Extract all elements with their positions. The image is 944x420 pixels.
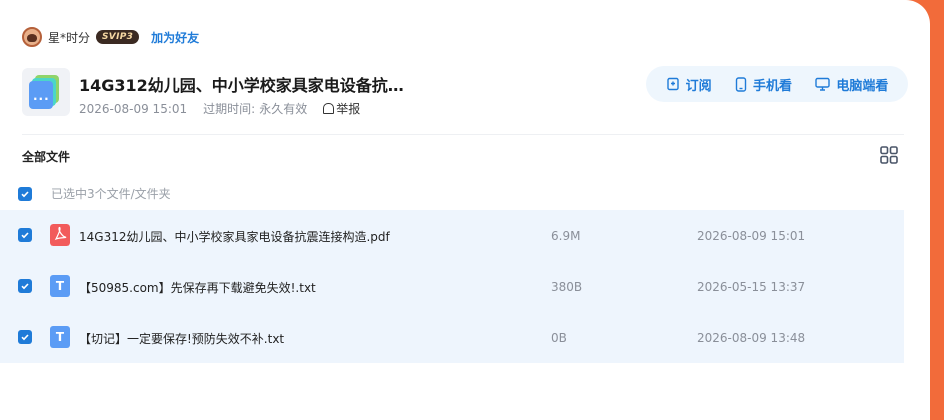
table-row[interactable]: T 【50985.com】先保存再下载避免失效!.txt 380B 2026-0… xyxy=(0,261,904,312)
header-divider xyxy=(22,134,904,135)
share-date: 2026-08-09 15:01 xyxy=(79,101,188,116)
phone-view-label: 手机看 xyxy=(752,78,792,94)
txt-file-icon: T xyxy=(50,275,70,297)
monitor-icon xyxy=(815,77,831,91)
sharer-row: 星*时分 SVIP3 加为好友 xyxy=(22,26,199,48)
selection-count: 已选中3个文件/文件夹 xyxy=(51,187,171,201)
subscribe-label: 订阅 xyxy=(685,78,712,94)
share-meta: 2026-08-09 15:01 过期时间: 永久有效 举报 xyxy=(79,100,360,117)
table-row[interactable]: T 【切记】一定要保存!预防失效不补.txt 0B 2026-08-09 13:… xyxy=(0,312,904,363)
check-icon xyxy=(21,334,29,341)
check-icon xyxy=(21,190,29,197)
check-icon xyxy=(21,283,29,290)
expire-label: 过期时间: xyxy=(203,102,256,116)
pc-view-label: 电脑端看 xyxy=(836,78,889,94)
grid-view-icon[interactable] xyxy=(880,146,898,164)
txt-file-icon: T xyxy=(50,326,70,348)
phone-icon xyxy=(735,76,747,92)
phone-view-button[interactable]: 手机看 xyxy=(735,75,792,94)
table-row[interactable]: 14G312幼儿园、中小学校家具家电设备抗震连接构造.pdf 6.9M 2026… xyxy=(0,210,904,261)
avatar[interactable] xyxy=(22,27,42,47)
file-name[interactable]: 14G312幼儿园、中小学校家具家电设备抗震连接构造.pdf xyxy=(79,228,390,245)
select-all-row: 已选中3个文件/文件夹 xyxy=(18,185,171,202)
report-button[interactable]: 举报 xyxy=(323,100,360,117)
row-checkbox[interactable] xyxy=(18,279,32,293)
subscribe-button[interactable]: 订阅 xyxy=(666,75,712,94)
pdf-file-icon xyxy=(50,224,70,246)
file-size: 380B xyxy=(551,280,583,294)
report-label: 举报 xyxy=(336,102,361,116)
multi-file-icon: ··· xyxy=(22,68,70,116)
expire-value: 永久有效 xyxy=(259,102,308,116)
file-size: 6.9M xyxy=(551,229,581,243)
svip-badge: SVIP3 xyxy=(96,30,140,44)
file-name[interactable]: 【50985.com】先保存再下载避免失效!.txt xyxy=(79,279,316,296)
bookmark-plus-icon xyxy=(666,77,679,91)
alarm-icon xyxy=(323,103,335,114)
file-size: 0B xyxy=(551,331,567,345)
share-title: 14G312幼儿园、中小学校家具家电设备抗… xyxy=(79,76,404,95)
add-friend-link[interactable]: 加为好友 xyxy=(151,29,199,46)
check-icon xyxy=(21,232,29,239)
file-list: 14G312幼儿园、中小学校家具家电设备抗震连接构造.pdf 6.9M 2026… xyxy=(0,210,904,363)
file-name[interactable]: 【切记】一定要保存!预防失效不补.txt xyxy=(79,330,284,347)
row-checkbox[interactable] xyxy=(18,228,32,242)
pc-view-button[interactable]: 电脑端看 xyxy=(815,75,888,94)
row-checkbox[interactable] xyxy=(18,330,32,344)
share-card: 星*时分 SVIP3 加为好友 ··· 14G312幼儿园、中小学校家具家电设备… xyxy=(0,0,930,420)
view-actions: 订阅 手机看 电脑端看 xyxy=(646,66,908,102)
all-files-title: 全部文件 xyxy=(22,150,71,164)
file-date: 2026-05-15 13:37 xyxy=(697,280,806,294)
sharer-name[interactable]: 星*时分 xyxy=(48,29,90,46)
file-date: 2026-08-09 15:01 xyxy=(697,229,806,243)
select-all-checkbox[interactable] xyxy=(18,186,32,201)
file-date: 2026-08-09 13:48 xyxy=(697,331,806,345)
